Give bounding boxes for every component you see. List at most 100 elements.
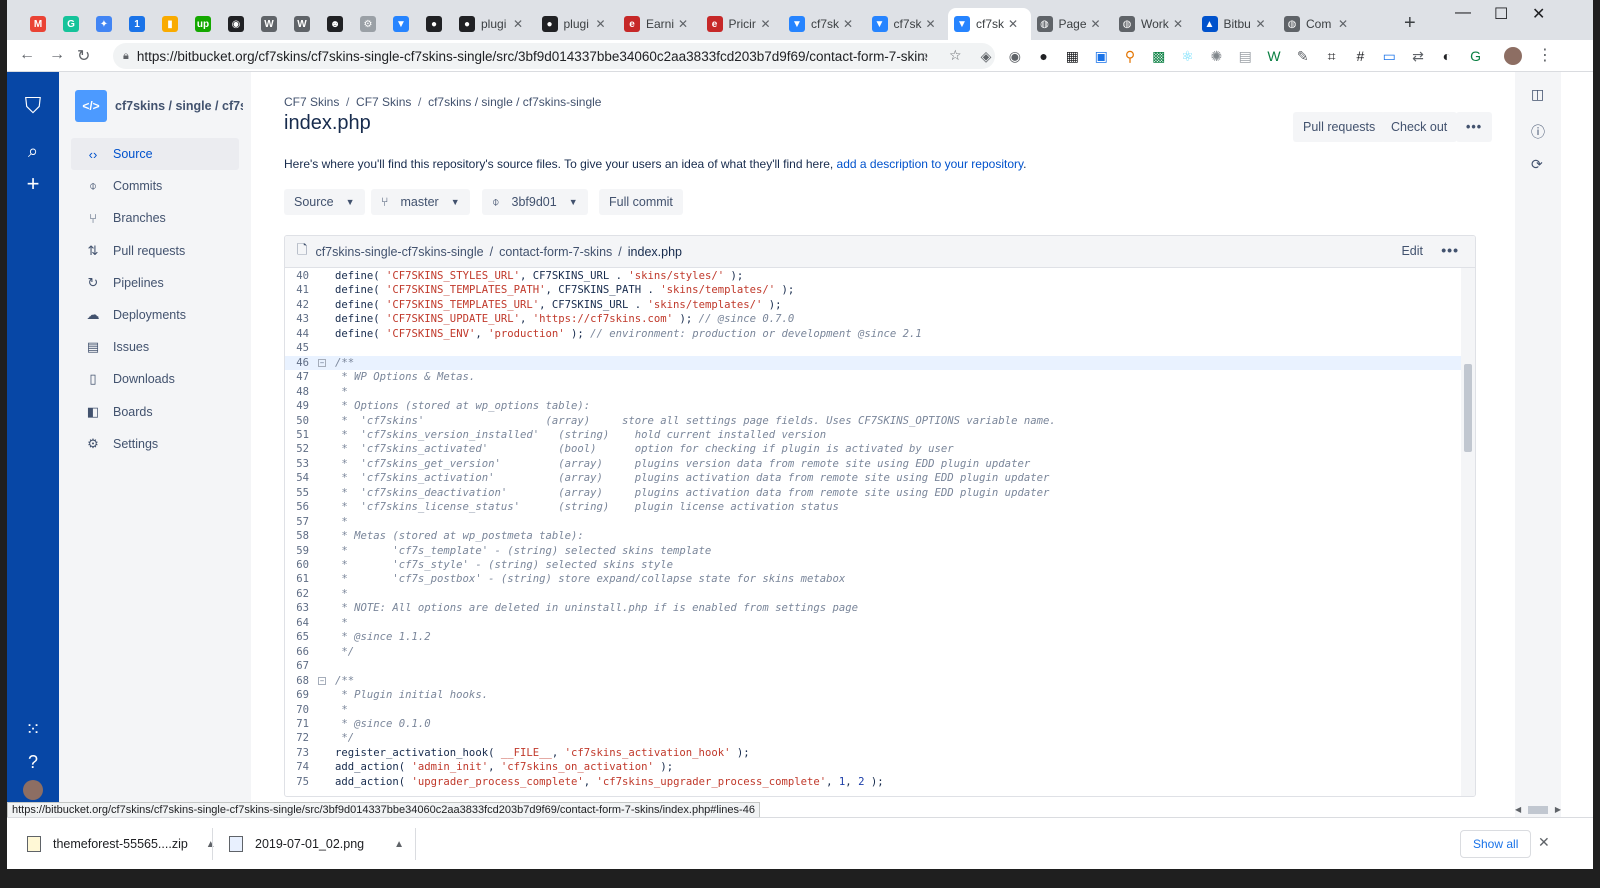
- add-description-link[interactable]: add a description to your repository: [837, 157, 1024, 171]
- file-more-button[interactable]: •••: [1441, 242, 1459, 258]
- repo-header[interactable]: </> cf7skins / single / cf7s...: [75, 90, 243, 122]
- line-number[interactable]: 59: [285, 544, 309, 559]
- reload-button[interactable]: ↻: [77, 46, 90, 66]
- line-number[interactable]: 41: [285, 283, 309, 298]
- browser-tab[interactable]: ▲ Bitbu ✕: [1196, 8, 1279, 40]
- line-number[interactable]: 61: [285, 572, 309, 587]
- more-actions-button[interactable]: •••: [1456, 112, 1493, 142]
- line-number[interactable]: 63: [285, 601, 309, 616]
- edit-button[interactable]: Edit: [1401, 244, 1423, 258]
- browser-tab[interactable]: M: [24, 8, 57, 40]
- breadcrumb-repo[interactable]: cf7skins / single / cf7skins-single: [428, 95, 601, 109]
- browser-tab[interactable]: ⚙: [354, 8, 387, 40]
- line-number[interactable]: 45: [285, 341, 309, 356]
- browser-tab[interactable]: 1: [123, 8, 156, 40]
- close-tab-icon[interactable]: ✕: [1008, 17, 1018, 31]
- line-number[interactable]: 75: [285, 775, 309, 790]
- bookmark-star-icon[interactable]: ☆: [949, 47, 962, 64]
- zoom-icon[interactable]: ⌕: [921, 47, 929, 64]
- profile-avatar[interactable]: [1504, 47, 1522, 65]
- line-number[interactable]: 66: [285, 645, 309, 660]
- line-number[interactable]: 49: [285, 399, 309, 414]
- browser-tab[interactable]: ●: [420, 8, 453, 40]
- sidebar-item-pipelines[interactable]: ↻ Pipelines: [71, 267, 239, 299]
- browser-tab[interactable]: ◍ Page ✕: [1031, 8, 1114, 40]
- address-bar[interactable]: 🔒︎ https://bitbucket.org/cf7skins/cf7ski…: [113, 43, 995, 69]
- line-number[interactable]: 43: [285, 312, 309, 327]
- line-number[interactable]: 44: [285, 327, 309, 342]
- eyedropper-icon[interactable]: ✎: [1294, 47, 1312, 65]
- close-tab-icon[interactable]: ✕: [1256, 17, 1266, 31]
- line-number[interactable]: 58: [285, 529, 309, 544]
- line-number[interactable]: 46: [285, 356, 309, 371]
- fold-toggle-icon[interactable]: −: [318, 358, 326, 367]
- line-number[interactable]: 48: [285, 385, 309, 400]
- sidebar-toggle-icon[interactable]: ◫: [1531, 86, 1544, 103]
- close-tab-icon[interactable]: ✕: [596, 17, 606, 31]
- browser-tab[interactable]: e Pricir ✕: [701, 8, 784, 40]
- maximize-button[interactable]: ☐: [1494, 4, 1508, 24]
- line-number[interactable]: 47: [285, 370, 309, 385]
- line-number[interactable]: 51: [285, 428, 309, 443]
- line-number[interactable]: 50: [285, 414, 309, 429]
- panel-icon[interactable]: ▤: [1236, 47, 1254, 65]
- bitbucket-logo-icon[interactable]: ⛉: [21, 93, 45, 118]
- line-number[interactable]: 60: [285, 558, 309, 573]
- browser-tab[interactable]: ◉: [222, 8, 255, 40]
- sidebar-item-issues[interactable]: ▤ Issues: [71, 331, 239, 363]
- full-commit-button[interactable]: Full commit: [599, 189, 683, 215]
- sidebar-item-deployments[interactable]: ☁ Deployments: [71, 299, 239, 331]
- line-number[interactable]: 53: [285, 457, 309, 472]
- browser-tab[interactable]: e Earni ✕: [618, 8, 701, 40]
- browser-tab[interactable]: ▼ cf7sk ✕: [866, 8, 949, 40]
- browser-tab[interactable]: W: [288, 8, 321, 40]
- line-number[interactable]: 69: [285, 688, 309, 703]
- horizontal-scrollbar[interactable]: ◀ ▶: [1515, 802, 1561, 817]
- branch-selector[interactable]: ⑂ master ▼: [371, 189, 470, 215]
- line-number[interactable]: 67: [285, 659, 309, 674]
- pocket-icon[interactable]: ◈: [977, 47, 995, 65]
- shuffle-icon[interactable]: ⇄: [1409, 47, 1427, 65]
- pull-requests-button[interactable]: Pull requests: [1293, 112, 1386, 142]
- sidebar-item-commits[interactable]: ⌽ Commits: [71, 170, 239, 202]
- breadcrumb-workspace[interactable]: CF7 Skins: [284, 95, 339, 109]
- frame-icon[interactable]: #: [1351, 47, 1369, 65]
- close-download-bar-icon[interactable]: ✕: [1538, 834, 1550, 851]
- line-number[interactable]: 71: [285, 717, 309, 732]
- sidebar-item-source[interactable]: ‹› Source: [71, 138, 239, 170]
- close-tab-icon[interactable]: ✕: [1091, 17, 1101, 31]
- close-window-button[interactable]: ✕: [1532, 4, 1545, 24]
- sidebar-item-boards[interactable]: ◧ Boards: [71, 396, 239, 428]
- page-scrollbar[interactable]: [1561, 72, 1593, 817]
- sync-icon[interactable]: ⟳: [1531, 156, 1543, 173]
- browser-tab[interactable]: ▼: [387, 8, 420, 40]
- browser-tab[interactable]: ◍ Com ✕: [1278, 8, 1361, 40]
- grid-icon[interactable]: ▩: [1150, 47, 1168, 65]
- line-number[interactable]: 54: [285, 471, 309, 486]
- browser-tab[interactable]: G: [57, 8, 90, 40]
- help-icon[interactable]: ?: [21, 750, 45, 774]
- line-number[interactable]: 64: [285, 616, 309, 631]
- commit-selector[interactable]: ⌽ 3bf9d01 ▼: [482, 189, 588, 215]
- download-item-zip[interactable]: themeforest-55565....zip ▲: [27, 826, 216, 862]
- crop-icon[interactable]: ⌗: [1323, 47, 1341, 65]
- browser-tab[interactable]: ◍ Work ✕: [1113, 8, 1196, 40]
- close-tab-icon[interactable]: ✕: [1173, 17, 1183, 31]
- close-tab-icon[interactable]: ✕: [843, 17, 853, 31]
- line-number[interactable]: 70: [285, 703, 309, 718]
- file-path-dir[interactable]: contact-form-7-skins: [499, 245, 612, 259]
- code-scrollbar[interactable]: [1461, 268, 1475, 796]
- check-out-button[interactable]: Check out: [1381, 112, 1458, 142]
- source-selector[interactable]: Source ▼: [284, 189, 365, 215]
- sidebar-item-pull-requests[interactable]: ⇅ Pull requests: [71, 235, 239, 267]
- close-tab-icon[interactable]: ✕: [1338, 17, 1348, 31]
- menu-kebab-icon[interactable]: ⋮: [1537, 45, 1553, 65]
- app-switcher-icon[interactable]: ⁙: [21, 717, 45, 741]
- line-number[interactable]: 68: [285, 674, 309, 689]
- minimize-button[interactable]: —: [1455, 4, 1471, 22]
- horizontal-scroll-thumb[interactable]: [1528, 805, 1548, 814]
- browser-tab[interactable]: ▼ cf7sk ✕: [783, 8, 866, 40]
- close-tab-icon[interactable]: ✕: [513, 17, 523, 31]
- user-avatar[interactable]: [23, 780, 43, 800]
- line-number[interactable]: 42: [285, 298, 309, 313]
